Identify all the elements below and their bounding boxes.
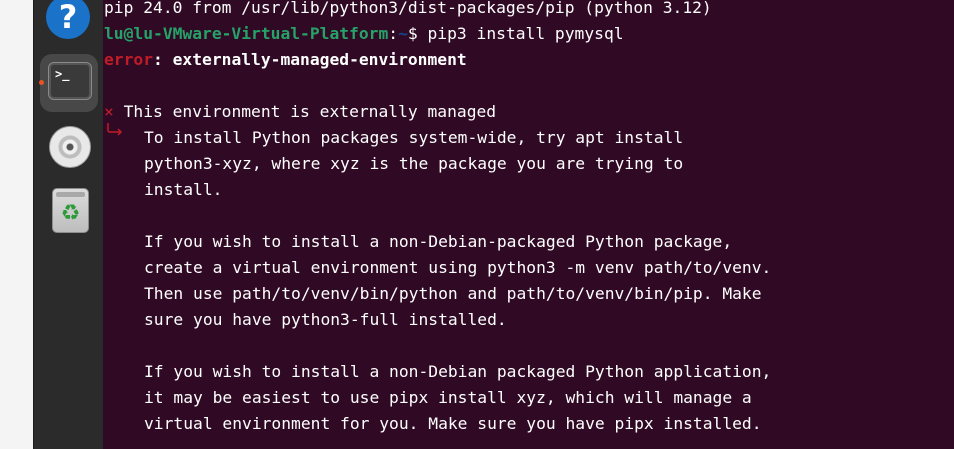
message-line: Then use path/to/venv/bin/python and pat… xyxy=(144,284,762,303)
message-line: If you wish to install a non-Debian-pack… xyxy=(144,232,733,251)
pip-version-line: pip 24.0 from /usr/lib/python3/dist-pack… xyxy=(104,0,712,17)
prompt-separator: : xyxy=(388,24,399,43)
terminal-output[interactable]: pip 24.0 from /usr/lib/python3/dist-pack… xyxy=(103,0,954,449)
trash-icon[interactable]: ♻ xyxy=(52,188,89,233)
dock: ? >_ ♻ xyxy=(33,0,104,449)
error-name: externally-managed-environment xyxy=(172,50,467,69)
arrow-icon xyxy=(107,123,123,136)
prompt-symbol: $ xyxy=(407,24,428,43)
error-label: error xyxy=(104,50,154,69)
command-text: pip3 install pymysql xyxy=(427,24,624,43)
desktop-screen: ? >_ ♻ pip 24.0 from /usr/lib/python3/di… xyxy=(0,0,954,449)
terminal-icon-prompt: >_ xyxy=(55,67,70,81)
message-line: If you wish to install a non-Debian pack… xyxy=(144,362,772,381)
prompt-line: lu@lu-VMware-Virtual-Platform:~$ pip3 in… xyxy=(104,21,624,47)
window-edge xyxy=(0,0,33,449)
terminal-icon[interactable]: >_ xyxy=(48,62,92,100)
prompt-path: ~ xyxy=(398,24,408,43)
trash-lid xyxy=(56,192,85,197)
headline-text: This environment is externally managed xyxy=(113,102,497,121)
message-line: create a virtual environment using pytho… xyxy=(144,258,772,277)
help-icon[interactable]: ? xyxy=(46,0,90,39)
headline-line: × This environment is externally managed xyxy=(104,99,496,125)
message-line: virtual environment for you. Make sure y… xyxy=(144,414,762,433)
message-line: install. xyxy=(144,180,223,199)
recycle-symbol-icon: ♻ xyxy=(60,201,81,226)
error-separator: : xyxy=(153,50,173,69)
running-indicator xyxy=(39,80,44,85)
message-line: sure you have python3-full installed. xyxy=(144,310,507,329)
disc-icon[interactable] xyxy=(49,126,91,168)
cross-icon: × xyxy=(104,102,114,121)
prompt-user-host: lu@lu-VMware-Virtual-Platform xyxy=(104,24,389,43)
message-line: it may be easiest to use pipx install xy… xyxy=(144,388,752,407)
error-line: error: externally-managed-environment xyxy=(104,47,467,73)
message-line: python3-xyz, where xyz is the package yo… xyxy=(144,154,684,173)
message-line: To install Python packages system-wide, … xyxy=(144,128,684,147)
